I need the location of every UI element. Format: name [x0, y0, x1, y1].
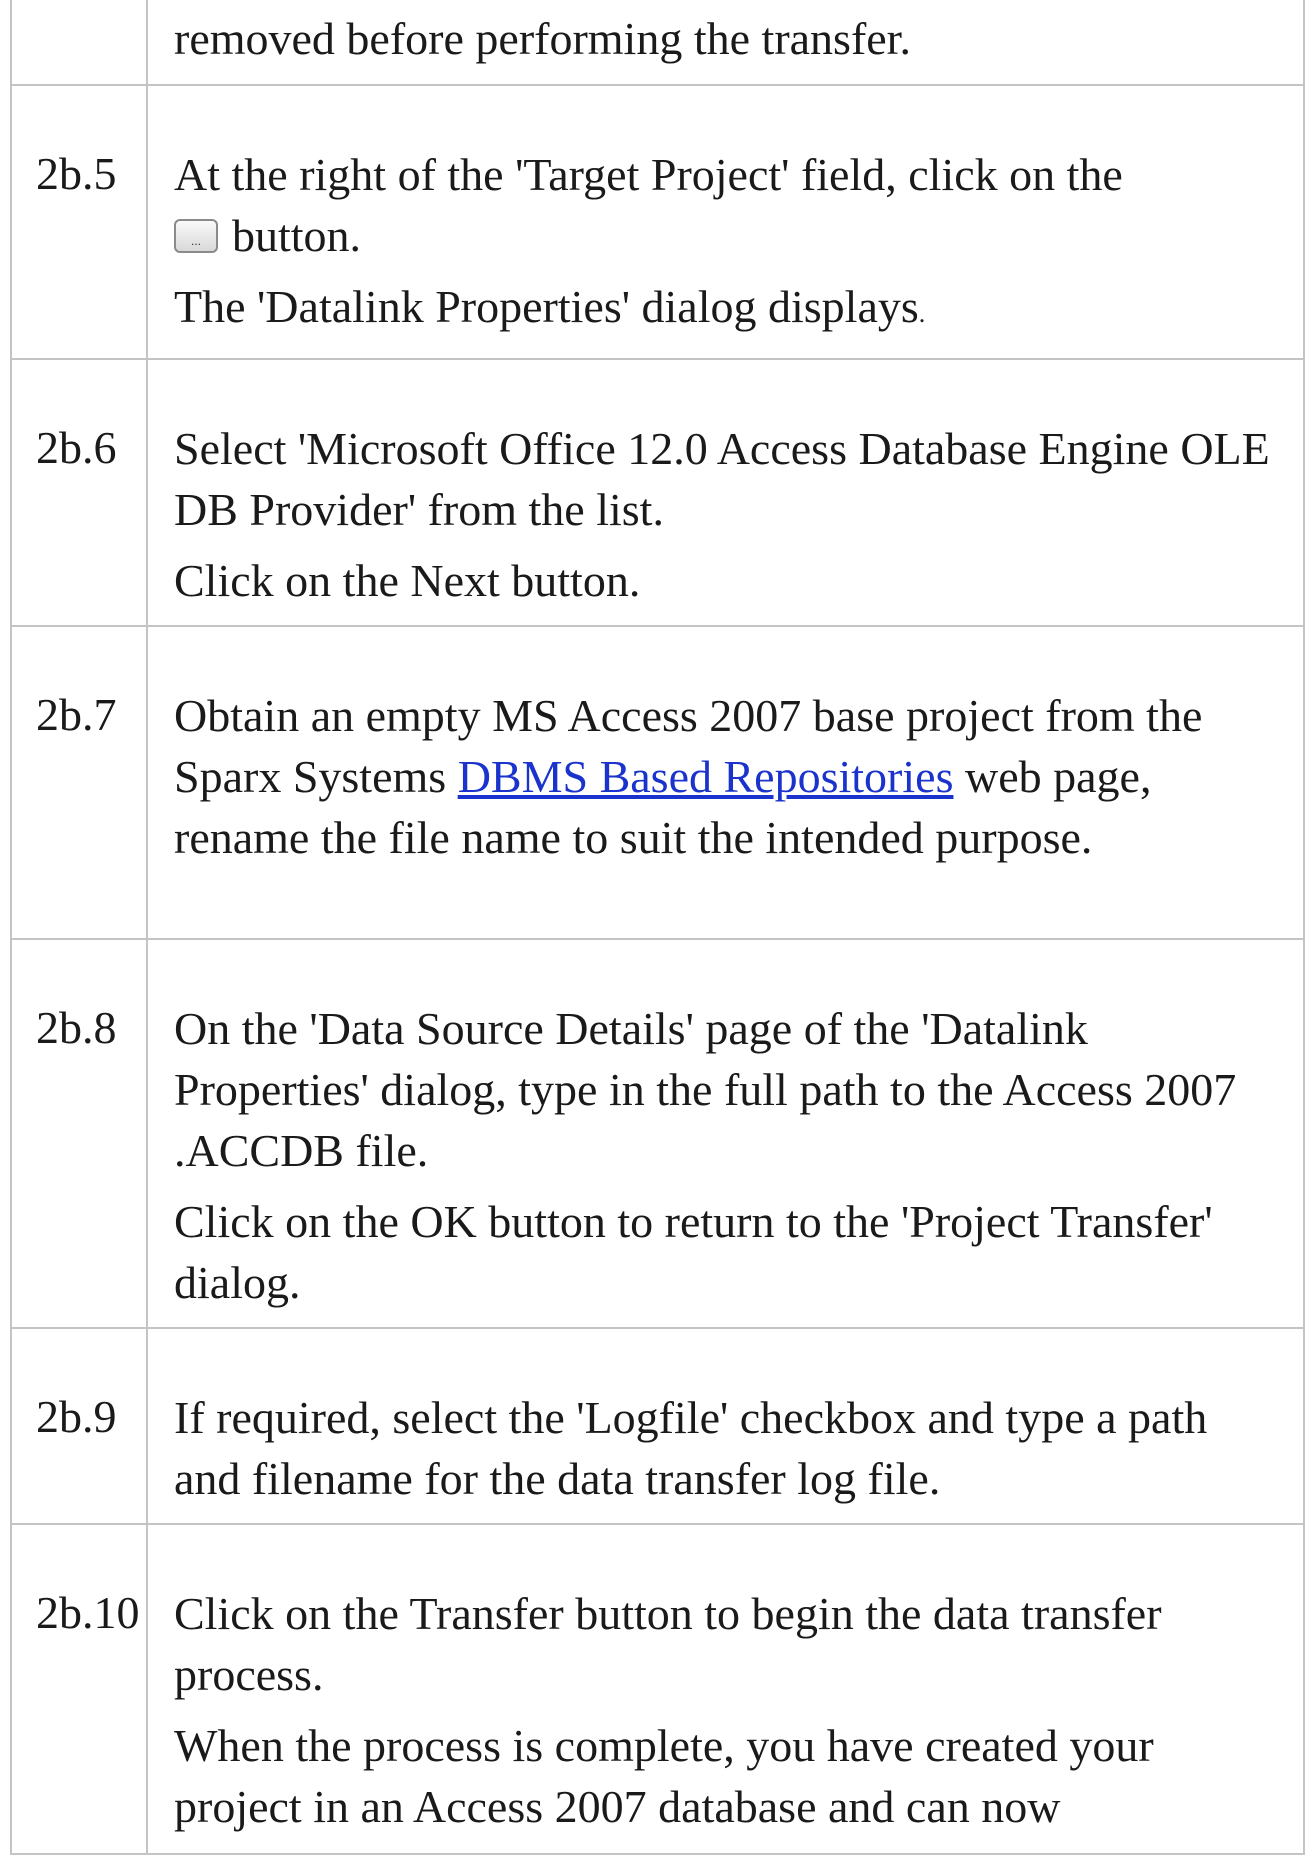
step-number: 2b.9 — [36, 1391, 117, 1442]
step-number-cell — [10, 0, 148, 86]
table-row: removed before performing the transfer. — [10, 0, 1305, 86]
step-number: 2b.5 — [36, 148, 117, 199]
step-description-cell: At the right of the 'Target Project' fie… — [146, 84, 1305, 360]
step-number: 2b.10 — [36, 1587, 140, 1638]
step-text: At the right of the 'Target Project' fie… — [174, 144, 1283, 266]
step-number-cell: 2b.5 — [10, 84, 148, 360]
steps-table: removed before performing the transfer. … — [10, 0, 1305, 1855]
table-row: 2b.9 If required, select the 'Logfile' c… — [10, 1327, 1305, 1525]
step-description-cell: Click on the Transfer button to begin th… — [146, 1523, 1305, 1855]
step-description-cell: If required, select the 'Logfile' checkb… — [146, 1327, 1305, 1525]
step-text: Select 'Microsoft Office 12.0 Access Dat… — [174, 423, 1270, 535]
step-number-cell: 2b.10 — [10, 1523, 148, 1855]
step-text: Click on the OK button to return to the … — [174, 1196, 1213, 1308]
table-row: 2b.5 At the right of the 'Target Project… — [10, 84, 1305, 360]
table-row: 2b.10 Click on the Transfer button to be… — [10, 1523, 1305, 1855]
step-number-cell: 2b.8 — [10, 938, 148, 1329]
step-description-cell: Obtain an empty MS Access 2007 base proj… — [146, 625, 1305, 940]
table-row: 2b.6 Select 'Microsoft Office 12.0 Acces… — [10, 358, 1305, 627]
table-row: 2b.7 Obtain an empty MS Access 2007 base… — [10, 625, 1305, 940]
step-description-cell: On the 'Data Source Details' page of the… — [146, 938, 1305, 1329]
step-text: If required, select the 'Logfile' checkb… — [174, 1392, 1208, 1504]
step-description-cell: Select 'Microsoft Office 12.0 Access Dat… — [146, 358, 1305, 627]
step-number-cell: 2b.6 — [10, 358, 148, 627]
step-text: Click on the Transfer button to begin th… — [174, 1588, 1162, 1700]
step-text: When the process is complete, you have c… — [174, 1720, 1154, 1832]
step-text: On the 'Data Source Details' page of the… — [174, 1003, 1237, 1176]
step-text: Click on the Next button. — [174, 555, 641, 606]
dbms-repositories-link[interactable]: DBMS Based Repositories — [458, 751, 954, 802]
step-number-cell: 2b.9 — [10, 1327, 148, 1525]
step-number: 2b.6 — [36, 422, 117, 473]
step-text: Obtain an empty MS Access 2007 base proj… — [174, 690, 1203, 863]
step-number: 2b.8 — [36, 1002, 117, 1053]
ellipsis-button-icon — [174, 219, 218, 253]
step-text: removed before performing the transfer. — [174, 13, 911, 64]
step-number-cell: 2b.7 — [10, 625, 148, 940]
step-text: The 'Datalink Properties' dialog display… — [174, 281, 926, 332]
step-description-cell: removed before performing the transfer. — [146, 0, 1305, 86]
step-number: 2b.7 — [36, 689, 117, 740]
table-row: 2b.8 On the 'Data Source Details' page o… — [10, 938, 1305, 1329]
